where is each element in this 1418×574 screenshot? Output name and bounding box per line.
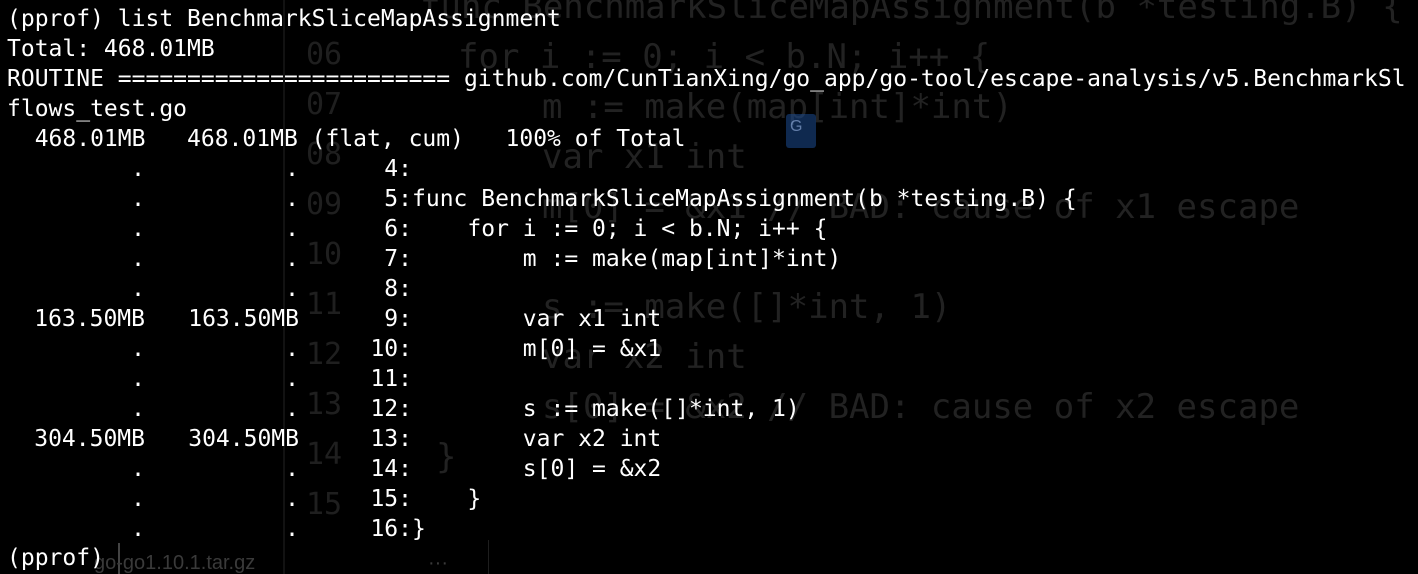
source-code: } xyxy=(412,516,426,542)
listing-row: . . 14: s[0] = &x2 xyxy=(0,454,1418,484)
line-number: 4: xyxy=(384,156,412,182)
line-number: 15: xyxy=(370,486,412,512)
listing-row: . . 15: } xyxy=(0,484,1418,514)
line-number: 8: xyxy=(384,276,412,302)
line-number: 11: xyxy=(370,366,412,392)
flat-value: 304.50MB xyxy=(34,426,145,452)
source-code: } xyxy=(412,486,482,512)
routine-filename-line: flows_test.go xyxy=(7,96,188,122)
listing-row: 304.50MB 304.50MB 13: var x2 int xyxy=(0,424,1418,454)
cum-value: . xyxy=(285,186,299,212)
cum-value: . xyxy=(285,456,299,482)
listing-row: . . 12: s := make([]*int, 1) xyxy=(0,394,1418,424)
cum-value: . xyxy=(285,516,299,542)
pprof-command-line: (pprof) list BenchmarkSliceMapAssignment xyxy=(7,6,561,32)
line-number: 16: xyxy=(370,516,412,542)
source-code: for i := 0; i < b.N; i++ { xyxy=(412,216,828,242)
cum-value: 163.50MB xyxy=(188,306,299,332)
line-number: 10: xyxy=(370,336,412,362)
source-code: var x2 int xyxy=(412,426,662,452)
line-number: 5: xyxy=(384,186,412,212)
flat-value: . xyxy=(131,276,145,302)
terminal-window[interactable]: (pprof) list BenchmarkSliceMapAssignment… xyxy=(0,0,1418,574)
cum-value: . xyxy=(285,486,299,512)
flat-value: . xyxy=(131,366,145,392)
cum-value: 304.50MB xyxy=(188,426,299,452)
line-number: 6: xyxy=(384,216,412,242)
flat-value: . xyxy=(131,216,145,242)
summary-line: 468.01MB 468.01MB (flat, cum) 100% of To… xyxy=(7,126,686,152)
line-number: 9: xyxy=(384,306,412,332)
line-number: 12: xyxy=(370,396,412,422)
cum-value: . xyxy=(285,366,299,392)
flat-value: . xyxy=(131,486,145,512)
line-number: 7: xyxy=(384,246,412,272)
source-code: m[0] = &x1 xyxy=(412,336,662,362)
flat-value: . xyxy=(131,516,145,542)
listing-row: . . 10: m[0] = &x1 xyxy=(0,334,1418,364)
line-number: 14: xyxy=(370,456,412,482)
flat-value: . xyxy=(131,156,145,182)
listing-row: . . 4: xyxy=(0,154,1418,184)
listing-row: 163.50MB 163.50MB 9: var x1 int xyxy=(0,304,1418,334)
line-number: 13: xyxy=(370,426,412,452)
routine-line: ROUTINE ======================== github.… xyxy=(7,66,1406,92)
cum-value: . xyxy=(285,156,299,182)
cum-value: . xyxy=(285,246,299,272)
listing-row: . . 11: xyxy=(0,364,1418,394)
cum-value: . xyxy=(285,276,299,302)
cum-value: . xyxy=(285,336,299,362)
listing-row: . . 8: xyxy=(0,274,1418,304)
flat-value: . xyxy=(131,186,145,212)
source-code: var x1 int xyxy=(412,306,662,332)
listing-row: . . 5: func BenchmarkSliceMapAssignment(… xyxy=(0,184,1418,214)
listing-row: . . 16: } xyxy=(0,514,1418,544)
flat-value: 163.50MB xyxy=(34,306,145,332)
source-code: s[0] = &x2 xyxy=(412,456,662,482)
listing-row: . . 6: for i := 0; i < b.N; i++ { xyxy=(0,214,1418,244)
listing-row: . . 7: m := make(map[int]*int) xyxy=(0,244,1418,274)
flat-value: . xyxy=(131,396,145,422)
total-line: Total: 468.01MB xyxy=(7,36,215,62)
source-code: m := make(map[int]*int) xyxy=(412,246,842,272)
flat-value: . xyxy=(131,456,145,482)
cum-value: . xyxy=(285,396,299,422)
source-code: s := make([]*int, 1) xyxy=(412,396,800,422)
cum-value: . xyxy=(285,216,299,242)
source-code: func BenchmarkSliceMapAssignment(b *test… xyxy=(412,186,1077,212)
flat-value: . xyxy=(131,246,145,272)
pprof-prompt[interactable]: (pprof) xyxy=(7,543,104,573)
flat-value: . xyxy=(131,336,145,362)
